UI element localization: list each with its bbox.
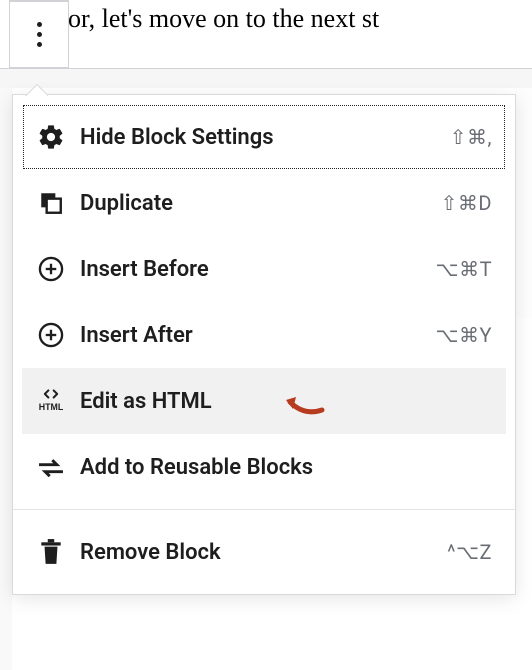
insert-after-icon [36,320,66,350]
html-icon: HTML [36,386,66,416]
menu-item-label: Duplicate [80,191,441,216]
menu-item-edit-as-html[interactable]: HTML Edit as HTML [22,368,506,434]
editor-strip [0,68,532,88]
duplicate-icon [36,188,66,218]
menu-item-shortcut: ⌥⌘T [436,257,492,281]
trash-icon [36,537,66,567]
menu-caret [24,82,48,96]
editor-background-text: or, let's move on to the next st [68,0,379,34]
menu-item-label: Insert After [80,323,435,348]
menu-item-duplicate[interactable]: Duplicate ⇧⌘D [22,170,506,236]
block-options-menu: Hide Block Settings ⇧⌘, Duplicate ⇧⌘D [12,94,516,595]
menu-item-remove-block[interactable]: Remove Block ^⌥Z [22,519,506,585]
menu-item-shortcut: ⇧⌘, [450,125,492,149]
reusable-icon [36,452,66,482]
gear-icon [36,122,66,152]
menu-item-add-to-reusable-blocks[interactable]: Add to Reusable Blocks [22,434,506,500]
menu-item-insert-after[interactable]: Insert After ⌥⌘Y [22,302,506,368]
svg-text:HTML: HTML [39,402,64,412]
menu-item-label: Add to Reusable Blocks [80,455,492,480]
kebab-icon [37,22,42,47]
menu-item-shortcut: ⌥⌘Y [435,323,492,347]
gutter-right [516,88,532,318]
menu-item-label: Edit as HTML [80,389,492,414]
menu-item-label: Hide Block Settings [80,125,450,150]
menu-item-insert-before[interactable]: Insert Before ⌥⌘T [22,236,506,302]
gutter-left [0,88,12,670]
menu-item-shortcut: ^⌥Z [447,540,492,564]
menu-item-hide-block-settings[interactable]: Hide Block Settings ⇧⌘, [22,104,506,170]
more-options-button[interactable] [9,0,69,68]
menu-item-shortcut: ⇧⌘D [441,191,492,215]
menu-item-label: Insert Before [80,257,436,282]
menu-item-label: Remove Block [80,540,447,565]
insert-before-icon [36,254,66,284]
